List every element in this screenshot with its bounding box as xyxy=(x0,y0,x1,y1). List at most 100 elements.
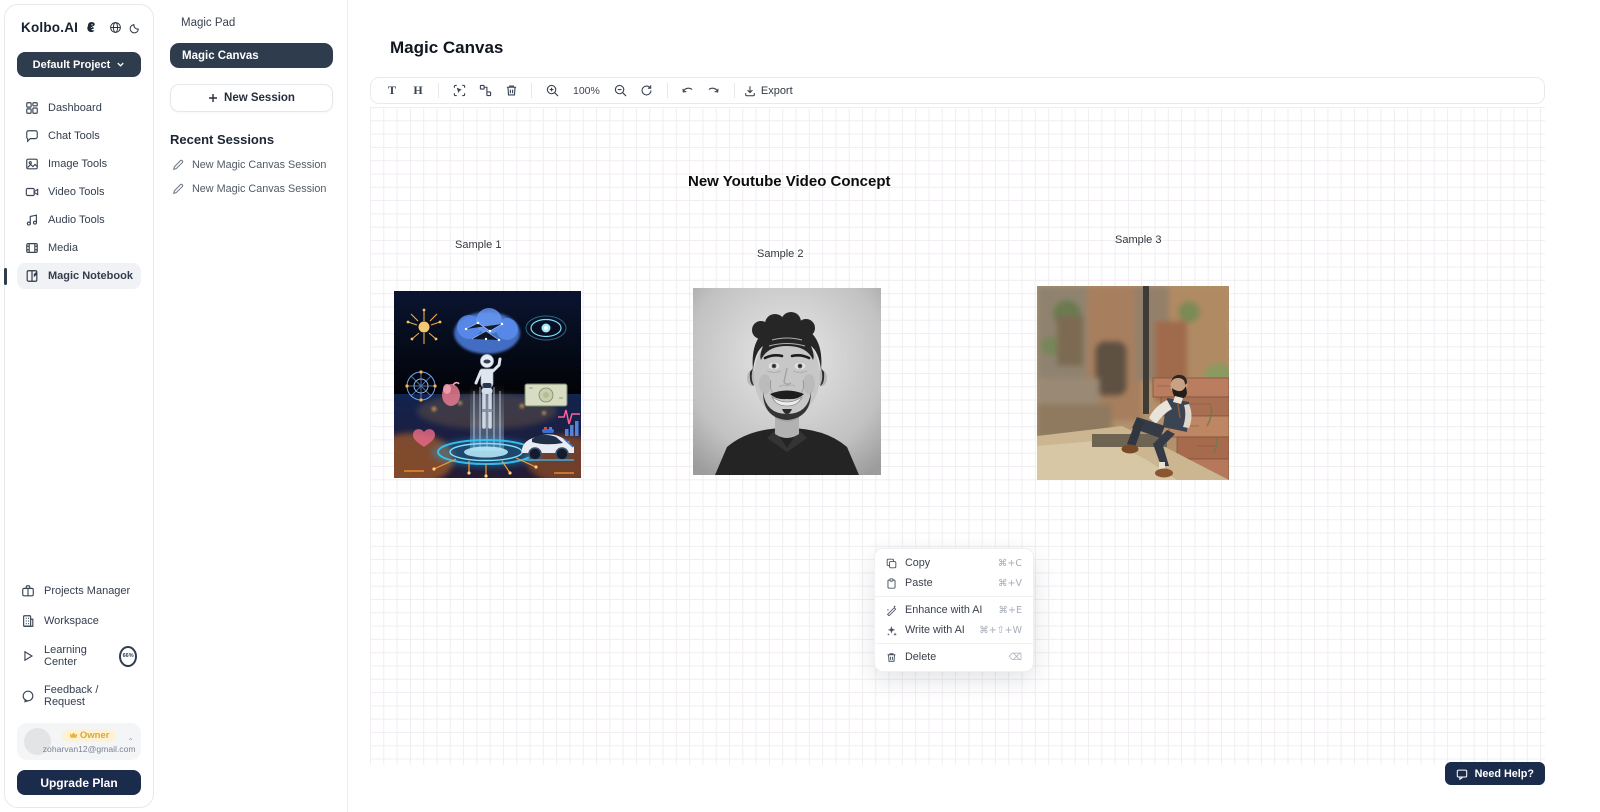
panel-item-magic-canvas[interactable]: Magic Canvas xyxy=(170,43,333,68)
nav-label: Video Tools xyxy=(48,186,104,198)
zoom-level: 100% xyxy=(567,85,606,97)
zoom-in-icon xyxy=(546,84,559,97)
sidebar-item-learning-center[interactable]: Learning Center 66% xyxy=(17,639,141,673)
sidebar-item-feedback[interactable]: Feedback / Request xyxy=(17,679,141,713)
delete-tool-button[interactable] xyxy=(500,80,522,101)
paste-icon xyxy=(886,578,897,589)
context-menu-write-with-ai[interactable]: Write with AI ⌘+⇧+W xyxy=(875,620,1033,640)
secondary-nav: Projects Manager Workspace Learning Cent… xyxy=(17,579,141,713)
nav-label: Feedback / Request xyxy=(44,684,137,708)
export-label: Export xyxy=(761,85,793,97)
nav-label: Media xyxy=(48,242,78,254)
nav-label: Projects Manager xyxy=(44,585,130,597)
context-menu-label: Paste xyxy=(905,577,990,589)
redo-button[interactable] xyxy=(703,80,725,101)
project-selector[interactable]: Default Project xyxy=(17,52,141,77)
nav-label: Chat Tools xyxy=(48,130,100,142)
session-label: New Magic Canvas Session xyxy=(192,183,326,195)
panel-item-magic-pad[interactable]: Magic Pad xyxy=(170,12,333,34)
sample-2-label[interactable]: Sample 2 xyxy=(757,248,803,260)
primary-nav: Dashboard Chat Tools Image Tools Video T… xyxy=(17,95,141,289)
role-label: Owner xyxy=(80,730,110,741)
context-menu-shortcut: ⌘+V xyxy=(998,578,1022,589)
media-icon xyxy=(25,241,39,255)
context-menu-divider xyxy=(875,596,1033,597)
need-help-button[interactable]: Need Help? xyxy=(1445,762,1545,785)
connector-icon xyxy=(479,84,492,97)
connector-tool-button[interactable] xyxy=(474,80,496,101)
context-menu-copy[interactable]: Copy ⌘+C xyxy=(875,553,1033,573)
recent-session-item[interactable]: New Magic Canvas Session xyxy=(170,183,333,195)
heading-tool-button[interactable]: H xyxy=(407,80,429,101)
image-icon xyxy=(25,157,39,171)
undo-button[interactable] xyxy=(677,80,699,101)
audio-icon xyxy=(25,213,39,227)
user-email: zoharvan12@gmail.com xyxy=(43,744,136,754)
text-tool-button[interactable]: T xyxy=(381,80,403,101)
logo-text: Kolbo.AI xyxy=(21,20,78,35)
chevron-down-icon xyxy=(116,60,125,69)
logo-row: Kolbo.AI xyxy=(17,19,141,36)
context-menu-enhance-with-ai[interactable]: Enhance with AI ⌘+E xyxy=(875,600,1033,620)
sidebar-item-chat-tools[interactable]: Chat Tools xyxy=(17,123,141,149)
sidebar-item-workspace[interactable]: Workspace xyxy=(17,609,141,633)
session-panel: Magic Pad Magic Canvas New Session Recen… xyxy=(156,0,348,812)
recent-sessions-heading: Recent Sessions xyxy=(170,132,333,147)
context-menu: Copy ⌘+C Paste ⌘+V Enhance with AI ⌘+E W… xyxy=(874,548,1034,672)
language-globe-icon[interactable] xyxy=(109,20,122,36)
sidebar-item-image-tools[interactable]: Image Tools xyxy=(17,151,141,177)
left-sidebar: Kolbo.AI Default Project xyxy=(4,4,154,808)
sidebar-spacer xyxy=(17,289,141,579)
context-menu-shortcut: ⌘+⇧+W xyxy=(979,625,1022,636)
zoom-out-button[interactable] xyxy=(610,80,632,101)
sample-3-image[interactable] xyxy=(1037,286,1229,480)
new-session-button[interactable]: New Session xyxy=(170,84,333,112)
sample-1-image[interactable]: ¥ xyxy=(394,291,581,478)
video-icon xyxy=(25,185,39,199)
context-menu-divider xyxy=(875,643,1033,644)
rotate-reset-icon xyxy=(640,84,653,97)
nav-label: Image Tools xyxy=(48,158,107,170)
zoom-out-icon xyxy=(614,84,627,97)
notebook-icon xyxy=(25,269,39,283)
context-menu-label: Copy xyxy=(905,557,990,569)
session-label: New Magic Canvas Session xyxy=(192,159,326,171)
dark-mode-moon-icon[interactable] xyxy=(128,20,141,36)
sidebar-item-projects-manager[interactable]: Projects Manager xyxy=(17,579,141,603)
play-icon xyxy=(21,649,35,663)
nav-label: Learning Center xyxy=(44,644,108,668)
user-account-card[interactable]: Owner zoharvan12@gmail.com ⌃ xyxy=(17,723,141,760)
sidebar-item-dashboard[interactable]: Dashboard xyxy=(17,95,141,121)
feedback-icon xyxy=(21,689,35,703)
sample-1-label[interactable]: Sample 1 xyxy=(455,239,501,251)
upgrade-plan-button[interactable]: Upgrade Plan xyxy=(17,770,141,795)
sample-3-label[interactable]: Sample 3 xyxy=(1115,234,1161,246)
zoom-in-button[interactable] xyxy=(541,80,563,101)
sidebar-item-magic-notebook[interactable]: Magic Notebook xyxy=(17,263,141,289)
learning-progress-badge: 66% xyxy=(119,646,137,667)
export-button[interactable]: Export xyxy=(744,85,793,97)
ai-select-tool-button[interactable] xyxy=(448,80,470,101)
recent-session-item[interactable]: New Magic Canvas Session xyxy=(170,159,333,171)
nav-label: Audio Tools xyxy=(48,214,105,226)
sample-2-image[interactable] xyxy=(693,288,881,475)
copy-icon xyxy=(886,558,897,569)
sidebar-item-audio-tools[interactable]: Audio Tools xyxy=(17,207,141,233)
reset-view-button[interactable] xyxy=(636,80,658,101)
context-menu-label: Write with AI xyxy=(905,624,971,636)
heading-tool-glyph: H xyxy=(413,83,422,98)
trash-icon xyxy=(886,652,897,663)
nav-label: Magic Notebook xyxy=(48,270,133,282)
context-menu-paste[interactable]: Paste ⌘+V xyxy=(875,573,1033,593)
context-menu-shortcut: ⌘+C xyxy=(998,558,1022,569)
pencil-icon xyxy=(172,183,184,195)
context-menu-delete[interactable]: Delete ⌫ xyxy=(875,647,1033,667)
user-info: Owner zoharvan12@gmail.com xyxy=(58,729,120,754)
canvas-heading[interactable]: New Youtube Video Concept xyxy=(688,173,891,190)
owner-role-badge: Owner xyxy=(62,729,117,742)
main-content: Magic Canvas T H 100% xyxy=(348,0,1600,812)
toolbar-separator xyxy=(667,83,668,98)
magic-canvas-grid[interactable]: New Youtube Video Concept Sample 1 Sampl… xyxy=(370,107,1545,765)
sidebar-item-video-tools[interactable]: Video Tools xyxy=(17,179,141,205)
sidebar-item-media[interactable]: Media xyxy=(17,235,141,261)
